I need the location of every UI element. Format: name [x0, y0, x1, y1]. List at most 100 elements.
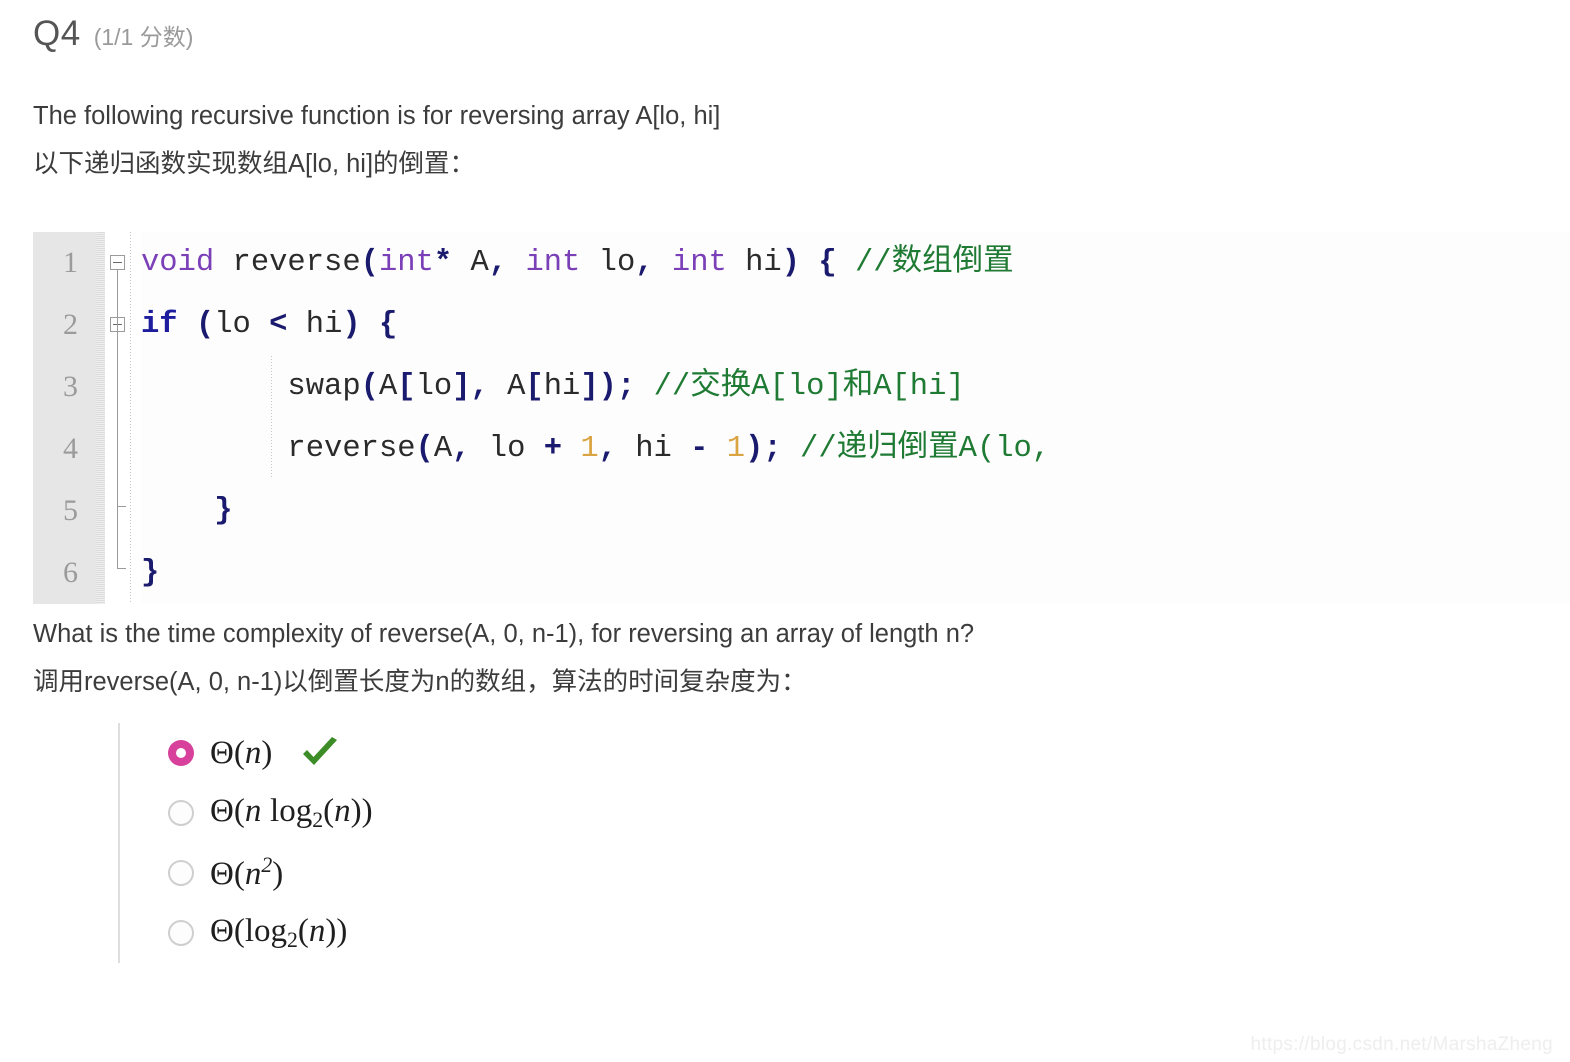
code-token: ,: [452, 432, 471, 466]
code-token: [: [525, 370, 544, 404]
line-number: 1: [63, 246, 78, 279]
fold-toggle-icon[interactable]: [110, 255, 125, 270]
code-token: ]: [452, 370, 471, 404]
option-row-d[interactable]: Θ(log2(n)): [120, 903, 1020, 963]
code-token: ,: [598, 432, 617, 466]
question-score: (1/1 分数): [93, 24, 194, 50]
code-token: lo: [415, 370, 453, 404]
code-token: {: [379, 308, 398, 342]
code-line: }: [141, 480, 1570, 542]
code-token: hi: [616, 432, 691, 466]
code-token: ): [781, 246, 801, 280]
code-line: if (lo < hi) {: [141, 294, 1570, 356]
code-token: lo: [214, 308, 270, 342]
line-number: 6: [63, 556, 78, 589]
radio-button-unselected[interactable]: [168, 800, 194, 826]
code-token: 1: [726, 432, 746, 466]
code-token: <: [269, 308, 288, 342]
option-label-c: Θ(n2): [210, 853, 284, 892]
question-prompt: The following recursive function is for …: [33, 92, 1513, 188]
indent-guide: [271, 356, 272, 478]
code-token: ): [598, 370, 617, 404]
code-token: hi: [543, 370, 581, 404]
code-fold-column: [105, 232, 141, 604]
code-line: reverse(A, lo + 1, hi - 1); //递归倒置A(lo,: [141, 418, 1570, 480]
question-ask: What is the time complexity of reverse(A…: [33, 610, 1513, 706]
code-token: ]: [580, 370, 599, 404]
code-token: (: [195, 308, 215, 342]
option-label-d: Θ(log2(n)): [210, 912, 348, 952]
code-token: (: [415, 432, 434, 466]
gutter-stripe: [97, 232, 105, 604]
line-number: 4: [63, 432, 78, 465]
radio-button-unselected[interactable]: [168, 920, 194, 946]
fold-connector-outer: [117, 270, 118, 568]
code-token: void: [141, 246, 215, 280]
code-token: reverse: [214, 246, 361, 280]
code-token: [: [397, 370, 416, 404]
code-token: int: [378, 246, 434, 280]
ask-line-zh: 调用reverse(A, 0, n-1)以倒置长度为n的数组，算法的时间复杂度为…: [33, 668, 807, 696]
code-token: reverse: [141, 432, 416, 466]
code-token: //递归倒置A(lo,: [781, 432, 1051, 466]
option-row-b[interactable]: Θ(n log2(n)): [120, 783, 1020, 843]
code-token: //交换A[lo]和A[hi]: [635, 370, 965, 404]
code-token: ,: [470, 370, 489, 404]
radio-button-unselected[interactable]: [168, 860, 194, 886]
code-token: (: [360, 370, 379, 404]
code-token: 1: [580, 432, 599, 466]
code-token: A: [452, 246, 489, 280]
watermark: https://blog.csdn.net/MarshaZheng: [1250, 1034, 1553, 1055]
question-number: Q4: [33, 14, 81, 53]
code-token: +: [543, 432, 563, 466]
prompt-line-en: The following recursive function is for …: [33, 102, 721, 130]
radio-button-selected[interactable]: [168, 740, 194, 766]
option-row-a[interactable]: Θ(n): [120, 723, 1020, 783]
code-token: int: [671, 246, 727, 280]
code-token: A: [433, 432, 453, 466]
answer-options: Θ(n) Θ(n log2(n)) Θ(n2) Θ(log2(n)): [118, 723, 1020, 963]
code-token: {: [818, 246, 837, 280]
code-token: swap: [141, 370, 361, 404]
code-token: hi: [726, 246, 782, 280]
code-gutter: 1 2 3 4 5 6: [33, 232, 105, 604]
code-token: ,: [635, 246, 654, 280]
code-block: 1 2 3 4 5 6 void reverse(int* A, int lo,…: [33, 232, 1570, 604]
code-line: }: [141, 542, 1570, 604]
code-token: (: [360, 246, 379, 280]
line-number: 3: [63, 370, 78, 403]
code-token: *: [433, 246, 453, 280]
code-token: if: [141, 308, 178, 342]
correct-check-icon: [300, 736, 340, 770]
fold-end-tick: [117, 568, 126, 569]
question-header: Q4 (1/1 分数): [33, 14, 193, 54]
prompt-line-zh: 以下递归函数实现数组A[lo, hi]的倒置：: [33, 150, 476, 178]
code-token: ): [342, 308, 361, 342]
code-token: hi: [287, 308, 343, 342]
line-number: 5: [63, 494, 78, 527]
code-token: A: [488, 370, 526, 404]
code-token: ;: [763, 432, 782, 466]
code-line: swap(A[lo], A[hi]); //交换A[lo]和A[hi]: [141, 356, 1570, 418]
code-token: A: [378, 370, 398, 404]
code-line: void reverse(int* A, int lo, int hi) { /…: [141, 232, 1570, 294]
line-number: 2: [63, 308, 78, 341]
code-token: lo: [580, 246, 636, 280]
code-token: }: [214, 494, 233, 528]
code-token: ,: [488, 246, 508, 280]
option-row-c[interactable]: Θ(n2): [120, 843, 1020, 903]
option-label-b: Θ(n log2(n)): [210, 792, 373, 832]
code-token: -: [690, 432, 709, 466]
code-token: }: [141, 556, 160, 590]
fold-end-tick: [117, 506, 126, 507]
ask-line-en: What is the time complexity of reverse(A…: [33, 620, 975, 648]
code-token: lo: [470, 432, 544, 466]
